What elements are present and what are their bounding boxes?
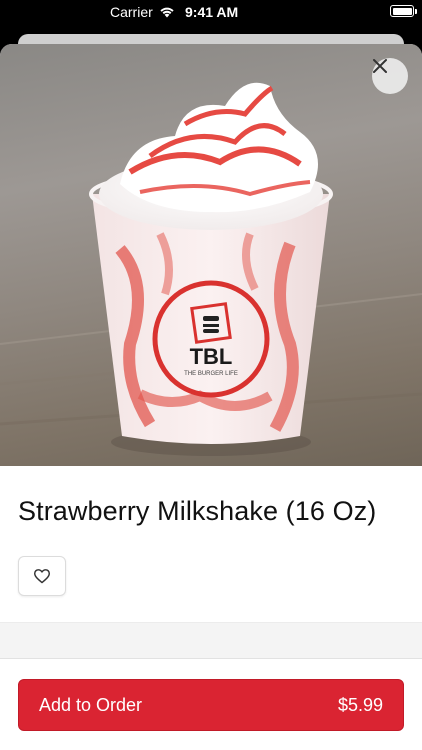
status-time: 9:41 AM [185, 4, 239, 20]
product-sheet: TBL THE BURGER LIFE Strawberry Milkshake… [0, 44, 422, 750]
product-image: TBL THE BURGER LIFE [0, 44, 422, 466]
battery-icon [390, 5, 417, 17]
carrier-label: Carrier [110, 4, 153, 20]
product-title: Strawberry Milkshake (16 Oz) [18, 496, 377, 526]
bottom-action-bar: Add to Order $5.99 [0, 658, 422, 750]
section-divider [0, 622, 422, 659]
add-to-order-button[interactable]: Add to Order $5.99 [18, 679, 404, 731]
status-bar: Carrier 9:41 AM [0, 0, 422, 24]
screen: Carrier 9:41 AM TBL THE BURGER LIFE Stra… [0, 0, 422, 750]
favorite-button[interactable] [18, 556, 66, 596]
cup-logo-text: TBL [190, 344, 233, 369]
price-label: $5.99 [337, 694, 383, 715]
status-carrier: Carrier [110, 4, 175, 20]
close-icon [373, 59, 387, 73]
add-to-order-label: Add to Order [39, 694, 143, 715]
wifi-icon [160, 7, 174, 18]
close-button[interactable] [372, 58, 408, 94]
battery-level [392, 7, 412, 15]
heart-outline-icon [34, 569, 50, 584]
cup-logo-subtext: THE BURGER LIFE [184, 371, 238, 377]
milkshake-illustration: TBL THE BURGER LIFE [0, 82, 422, 456]
